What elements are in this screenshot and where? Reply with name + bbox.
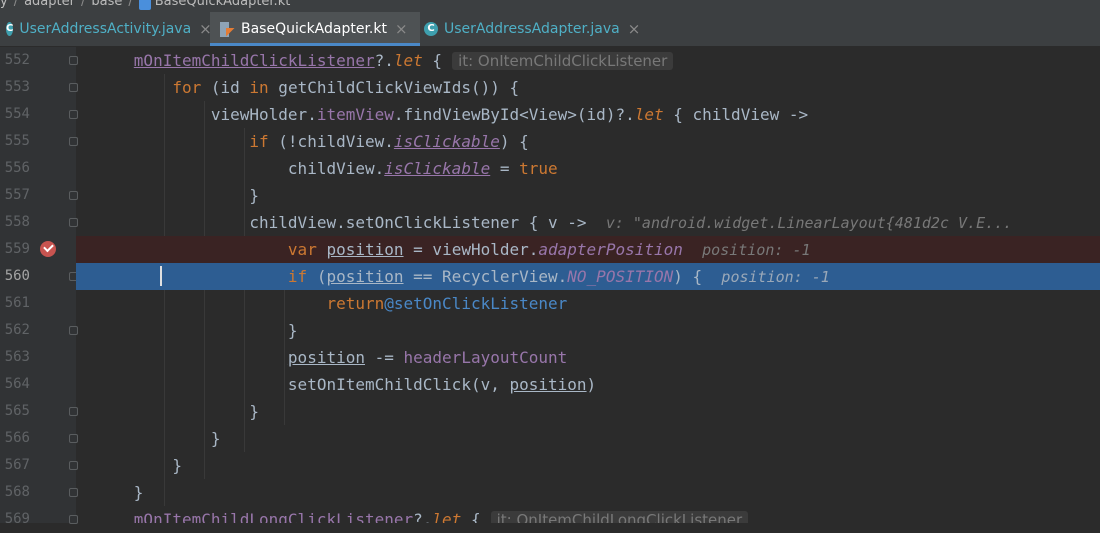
- line-number: 553: [4, 79, 30, 95]
- editor-tab-bar: C UserAddressActivity.java × BaseQuickAd…: [0, 12, 1100, 47]
- tab-base-quick-adapter[interactable]: BaseQuickAdapter.kt ×: [210, 12, 420, 46]
- code-line[interactable]: }: [76, 317, 1100, 344]
- line-number: 560: [4, 268, 30, 284]
- code-line[interactable]: setOnItemChildClick(v, position): [76, 371, 1100, 398]
- code-line[interactable]: if (!childView.isClickable) {: [76, 128, 1100, 155]
- breakpoint-line[interactable]: var position = viewHolder.adapterPositio…: [76, 236, 1100, 263]
- line-number: 558: [4, 214, 30, 230]
- line-number: 555: [4, 133, 30, 149]
- breadcrumb-item[interactable]: adapter: [24, 0, 75, 9]
- code-line[interactable]: }: [76, 479, 1100, 506]
- line-number: 564: [4, 376, 30, 392]
- line-number: 565: [4, 403, 30, 419]
- line-number: 563: [4, 349, 30, 365]
- breadcrumb: y / adapter / base / BaseQuickAdapter.kt: [0, 0, 1100, 12]
- code-line[interactable]: }: [76, 452, 1100, 479]
- close-icon[interactable]: ×: [628, 20, 641, 38]
- code-line[interactable]: return@setOnClickListener: [76, 290, 1100, 317]
- close-icon[interactable]: ×: [395, 20, 408, 38]
- code-line[interactable]: mOnItemChildLongClickListener?.let {it: …: [76, 506, 1100, 523]
- execution-line[interactable]: if (position == RecyclerView.NO_POSITION…: [76, 263, 1100, 290]
- java-class-icon: C: [6, 22, 14, 36]
- line-number: 561: [4, 295, 30, 311]
- code-line[interactable]: position -= headerLayoutCount: [76, 344, 1100, 371]
- tab-user-address-activity[interactable]: C UserAddressActivity.java ×: [0, 12, 212, 46]
- line-number: 566: [4, 430, 30, 446]
- editor-gutter[interactable]: 552 553 554 555 556 557 558 559 560 561 …: [0, 47, 78, 527]
- java-class-icon: C: [424, 22, 438, 36]
- code-line[interactable]: for (id in getChildClickViewIds()) {: [76, 74, 1100, 101]
- line-number: 556: [4, 160, 30, 176]
- line-number: 562: [4, 322, 30, 338]
- inline-hint: position: -1: [721, 268, 830, 286]
- code-line[interactable]: }: [76, 425, 1100, 452]
- inline-hint: v: "android.widget.LinearLayout{481d2c V…: [605, 214, 1013, 232]
- code-line[interactable]: viewHolder.itemView.findViewById<View>(i…: [76, 101, 1100, 128]
- inline-hint: position: -1: [702, 241, 811, 259]
- kotlin-file-icon: [220, 21, 235, 37]
- code-line[interactable]: childView.setOnClickListener { v -> v: "…: [76, 209, 1100, 236]
- code-line[interactable]: mOnItemChildClickListener?.let {it: OnIt…: [76, 47, 1100, 74]
- line-number: 559: [4, 241, 30, 257]
- code-line[interactable]: }: [76, 182, 1100, 209]
- line-number: 554: [4, 106, 30, 122]
- inline-hint: it: OnItemChildClickListener: [452, 52, 674, 70]
- kotlin-file-icon: [138, 0, 151, 10]
- breakpoint-icon[interactable]: [40, 241, 56, 257]
- tab-user-address-adapter[interactable]: C UserAddressAdapter.java ×: [418, 12, 654, 46]
- tab-label: BaseQuickAdapter.kt: [241, 21, 387, 37]
- code-line[interactable]: childView.isClickable = true: [76, 155, 1100, 182]
- code-line[interactable]: }: [76, 398, 1100, 425]
- breadcrumb-item[interactable]: y: [0, 0, 8, 9]
- tab-label: UserAddressActivity.java: [19, 21, 192, 37]
- line-number: 557: [4, 187, 30, 203]
- line-number: 568: [4, 484, 30, 500]
- line-number: 567: [4, 457, 30, 473]
- breadcrumb-item[interactable]: base: [91, 0, 122, 9]
- tab-label: UserAddressAdapter.java: [444, 21, 620, 37]
- line-number: 569: [4, 511, 30, 527]
- breadcrumb-item[interactable]: BaseQuickAdapter.kt: [155, 0, 291, 9]
- text-caret: [160, 266, 162, 286]
- code-editor[interactable]: mOnItemChildClickListener?.let {it: OnIt…: [76, 47, 1100, 523]
- inline-hint: it: OnItemChildLongClickListener: [490, 511, 749, 523]
- line-number: 552: [4, 52, 30, 68]
